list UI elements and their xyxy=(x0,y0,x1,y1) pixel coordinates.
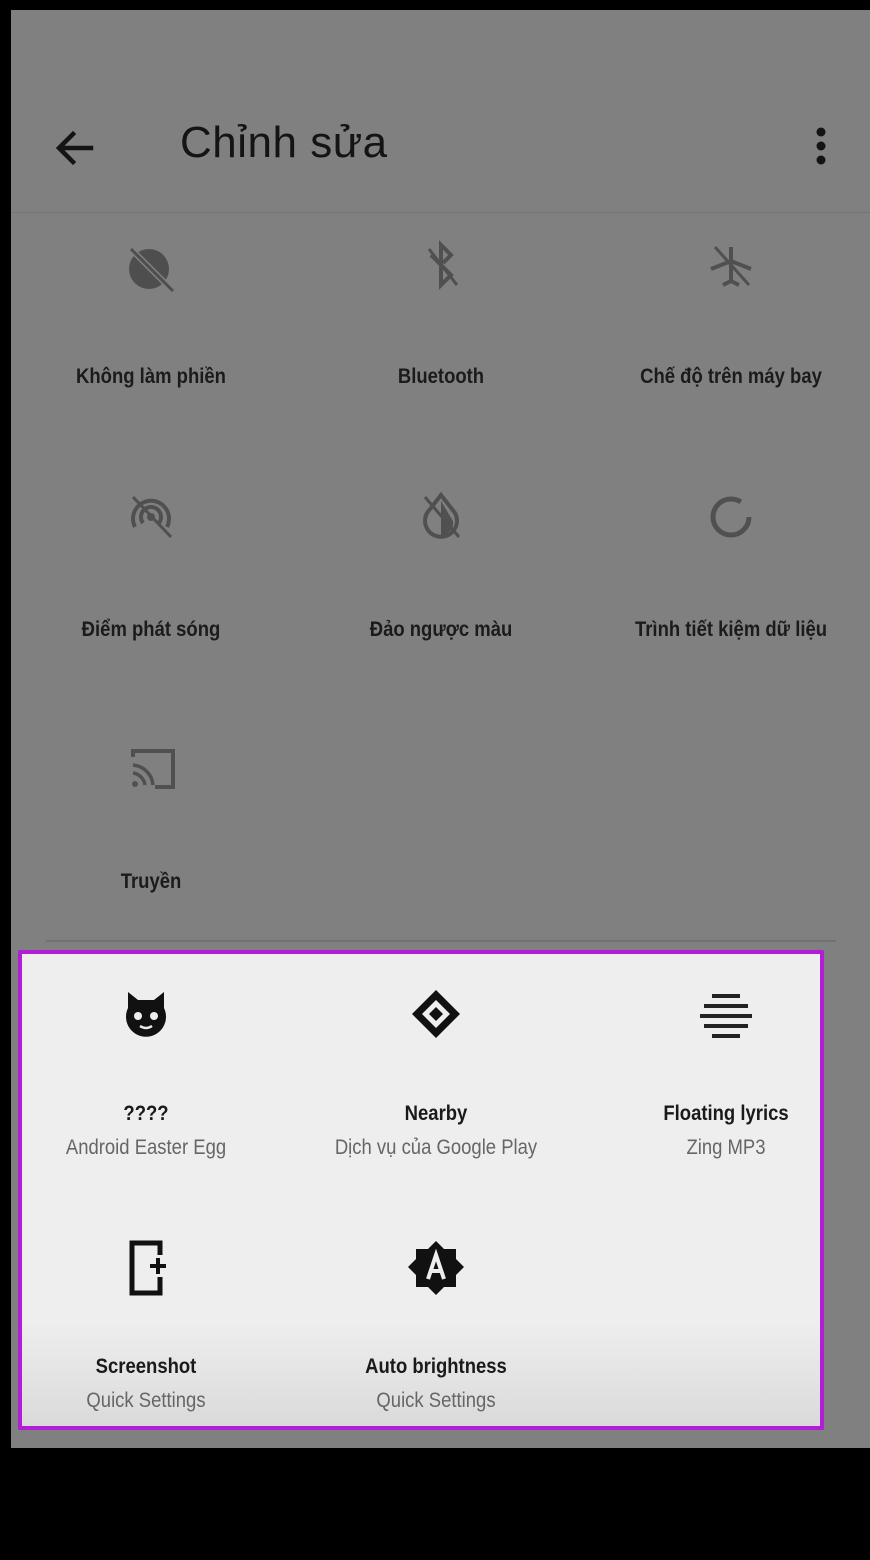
tile-label: Điểm phát sóng xyxy=(81,618,221,641)
invert-colors-off-icon xyxy=(411,485,471,545)
tile-data-saver[interactable]: Trình tiết kiệm dữ liệu xyxy=(591,480,870,660)
cat-face-icon xyxy=(116,984,176,1044)
screenshot-icon xyxy=(116,1237,176,1297)
tile-source: Quick Settings xyxy=(376,1389,496,1412)
app-bar: Chỉnh sửa xyxy=(11,10,870,213)
tile-label: Bluetooth xyxy=(397,365,485,388)
nearby-icon xyxy=(406,984,466,1044)
tile-label: Nearby xyxy=(404,1102,468,1125)
section-divider xyxy=(46,940,836,942)
hotspot-off-icon xyxy=(121,485,181,545)
tile-cast[interactable]: Truyền xyxy=(11,732,291,912)
tile-auto-brightness[interactable]: Auto brightness Quick Settings xyxy=(296,1227,576,1426)
bluetooth-off-icon xyxy=(411,235,471,295)
tile-floating-lyrics[interactable]: Floating lyrics Zing MP3 xyxy=(586,974,820,1184)
auto-brightness-icon xyxy=(406,1237,466,1297)
tile-invert-colors[interactable]: Đảo ngược màu xyxy=(301,480,581,660)
lyrics-lines-icon xyxy=(696,984,756,1044)
tile-android-easter-egg[interactable]: ???? Android Easter Egg xyxy=(22,974,286,1184)
tile-do-not-disturb[interactable]: Không làm phiền xyxy=(11,225,291,405)
tile-label: Đảo ngược màu xyxy=(369,618,513,641)
tile-airplane-mode[interactable]: Chế độ trên máy bay xyxy=(591,225,870,405)
tile-label: Không làm phiền xyxy=(76,365,226,388)
tile-hotspot[interactable]: Điểm phát sóng xyxy=(11,480,291,660)
tile-label: Truyền xyxy=(120,870,182,893)
tile-label: ???? xyxy=(123,1102,169,1125)
more-vert-icon[interactable] xyxy=(806,120,836,184)
available-tiles-panel: ???? Android Easter Egg Nearby Dịch vụ c… xyxy=(18,950,824,1430)
tile-label: Screenshot xyxy=(95,1355,197,1378)
airplane-off-icon xyxy=(701,235,761,295)
tile-label: Auto brightness xyxy=(365,1355,507,1378)
tile-source: Android Easter Egg xyxy=(65,1136,227,1159)
tile-bluetooth[interactable]: Bluetooth xyxy=(301,225,581,405)
tile-source: Zing MP3 xyxy=(686,1136,766,1159)
back-arrow-icon[interactable] xyxy=(49,122,101,174)
tile-label: Chế độ trên máy bay xyxy=(640,365,822,388)
data-saver-icon xyxy=(701,485,761,545)
cast-icon xyxy=(121,737,181,797)
tile-label: Floating lyrics xyxy=(663,1102,789,1125)
tile-source: Dịch vụ của Google Play xyxy=(334,1136,538,1159)
tile-label: Trình tiết kiệm dữ liệu xyxy=(634,618,828,641)
tile-nearby[interactable]: Nearby Dịch vụ của Google Play xyxy=(296,974,576,1184)
page-title: Chỉnh sửa xyxy=(180,118,388,167)
do-not-disturb-off-icon xyxy=(121,235,181,295)
tile-screenshot[interactable]: Screenshot Quick Settings xyxy=(22,1227,286,1426)
tile-source: Quick Settings xyxy=(86,1389,206,1412)
